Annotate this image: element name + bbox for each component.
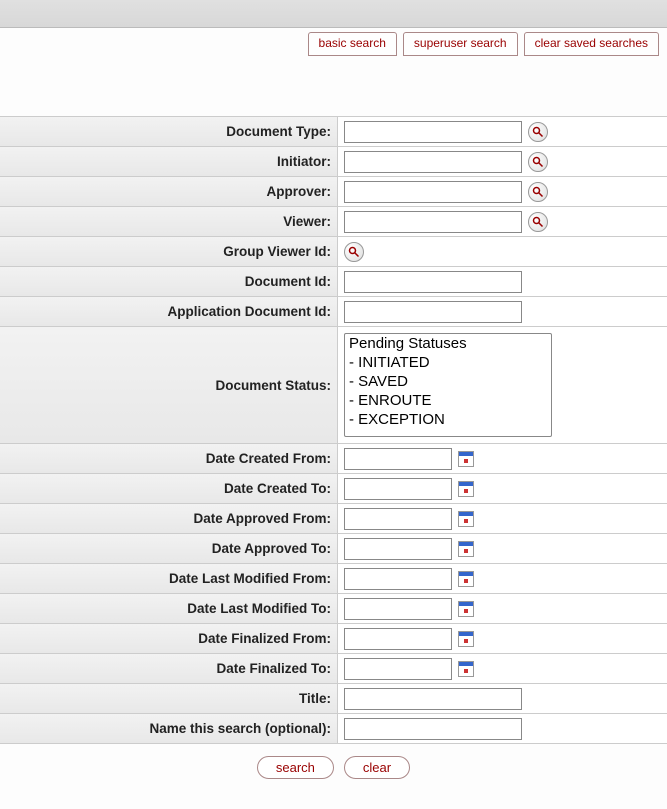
row-date-approved-from: Date Approved From: (0, 504, 667, 534)
label-document-status: Document Status: (0, 327, 338, 443)
date-created-from-input[interactable] (344, 448, 452, 470)
row-date-approved-to: Date Approved To: (0, 534, 667, 564)
document-id-input[interactable] (344, 271, 522, 293)
top-gradient-bar (0, 0, 667, 28)
calendar-icon[interactable] (458, 661, 474, 677)
row-initiator: Initiator: (0, 147, 667, 177)
initiator-input[interactable] (344, 151, 522, 173)
search-form: Document Type: Initiator: Approver: View… (0, 116, 667, 744)
row-date-last-modified-from: Date Last Modified From: (0, 564, 667, 594)
row-date-created-to: Date Created To: (0, 474, 667, 504)
label-date-approved-from: Date Approved From: (0, 504, 338, 533)
calendar-icon[interactable] (458, 571, 474, 587)
row-date-last-modified-to: Date Last Modified To: (0, 594, 667, 624)
label-date-finalized-to: Date Finalized To: (0, 654, 338, 683)
label-date-approved-to: Date Approved To: (0, 534, 338, 563)
label-name-this-search: Name this search (optional): (0, 714, 338, 743)
calendar-icon[interactable] (458, 481, 474, 497)
date-last-modified-from-input[interactable] (344, 568, 452, 590)
tab-row: basic search superuser search clear save… (0, 28, 667, 56)
label-date-last-modified-to: Date Last Modified To: (0, 594, 338, 623)
lookup-icon[interactable] (528, 212, 548, 232)
row-application-document-id: Application Document Id: (0, 297, 667, 327)
tab-clear-saved-searches[interactable]: clear saved searches (524, 32, 659, 56)
button-row: search clear (0, 744, 667, 791)
label-group-viewer-id: Group Viewer Id: (0, 237, 338, 266)
tab-superuser-search[interactable]: superuser search (403, 32, 518, 56)
row-group-viewer-id: Group Viewer Id: (0, 237, 667, 267)
calendar-icon[interactable] (458, 511, 474, 527)
label-date-finalized-from: Date Finalized From: (0, 624, 338, 653)
row-document-status: Document Status: Pending Statuses- INITI… (0, 327, 667, 444)
label-document-type: Document Type: (0, 117, 338, 146)
label-viewer: Viewer: (0, 207, 338, 236)
row-date-finalized-to: Date Finalized To: (0, 654, 667, 684)
date-approved-from-input[interactable] (344, 508, 452, 530)
row-date-finalized-from: Date Finalized From: (0, 624, 667, 654)
search-button[interactable]: search (257, 756, 334, 779)
label-date-created-to: Date Created To: (0, 474, 338, 503)
approver-input[interactable] (344, 181, 522, 203)
row-document-type: Document Type: (0, 117, 667, 147)
viewer-input[interactable] (344, 211, 522, 233)
date-finalized-to-input[interactable] (344, 658, 452, 680)
row-name-this-search: Name this search (optional): (0, 714, 667, 744)
row-title: Title: (0, 684, 667, 714)
lookup-icon[interactable] (528, 152, 548, 172)
label-approver: Approver: (0, 177, 338, 206)
clear-button[interactable]: clear (344, 756, 410, 779)
document-status-select[interactable]: Pending Statuses- INITIATED- SAVED- ENRO… (344, 333, 552, 437)
date-created-to-input[interactable] (344, 478, 452, 500)
label-date-last-modified-from: Date Last Modified From: (0, 564, 338, 593)
date-finalized-from-input[interactable] (344, 628, 452, 650)
label-initiator: Initiator: (0, 147, 338, 176)
row-approver: Approver: (0, 177, 667, 207)
lookup-icon[interactable] (344, 242, 364, 262)
lookup-icon[interactable] (528, 182, 548, 202)
calendar-icon[interactable] (458, 451, 474, 467)
application-document-id-input[interactable] (344, 301, 522, 323)
row-viewer: Viewer: (0, 207, 667, 237)
calendar-icon[interactable] (458, 631, 474, 647)
name-this-search-input[interactable] (344, 718, 522, 740)
calendar-icon[interactable] (458, 601, 474, 617)
tab-basic-search[interactable]: basic search (308, 32, 397, 56)
lookup-icon[interactable] (528, 122, 548, 142)
label-date-created-from: Date Created From: (0, 444, 338, 473)
label-application-document-id: Application Document Id: (0, 297, 338, 326)
row-document-id: Document Id: (0, 267, 667, 297)
row-date-created-from: Date Created From: (0, 444, 667, 474)
calendar-icon[interactable] (458, 541, 474, 557)
title-input[interactable] (344, 688, 522, 710)
document-type-input[interactable] (344, 121, 522, 143)
date-last-modified-to-input[interactable] (344, 598, 452, 620)
date-approved-to-input[interactable] (344, 538, 452, 560)
label-title: Title: (0, 684, 338, 713)
label-document-id: Document Id: (0, 267, 338, 296)
